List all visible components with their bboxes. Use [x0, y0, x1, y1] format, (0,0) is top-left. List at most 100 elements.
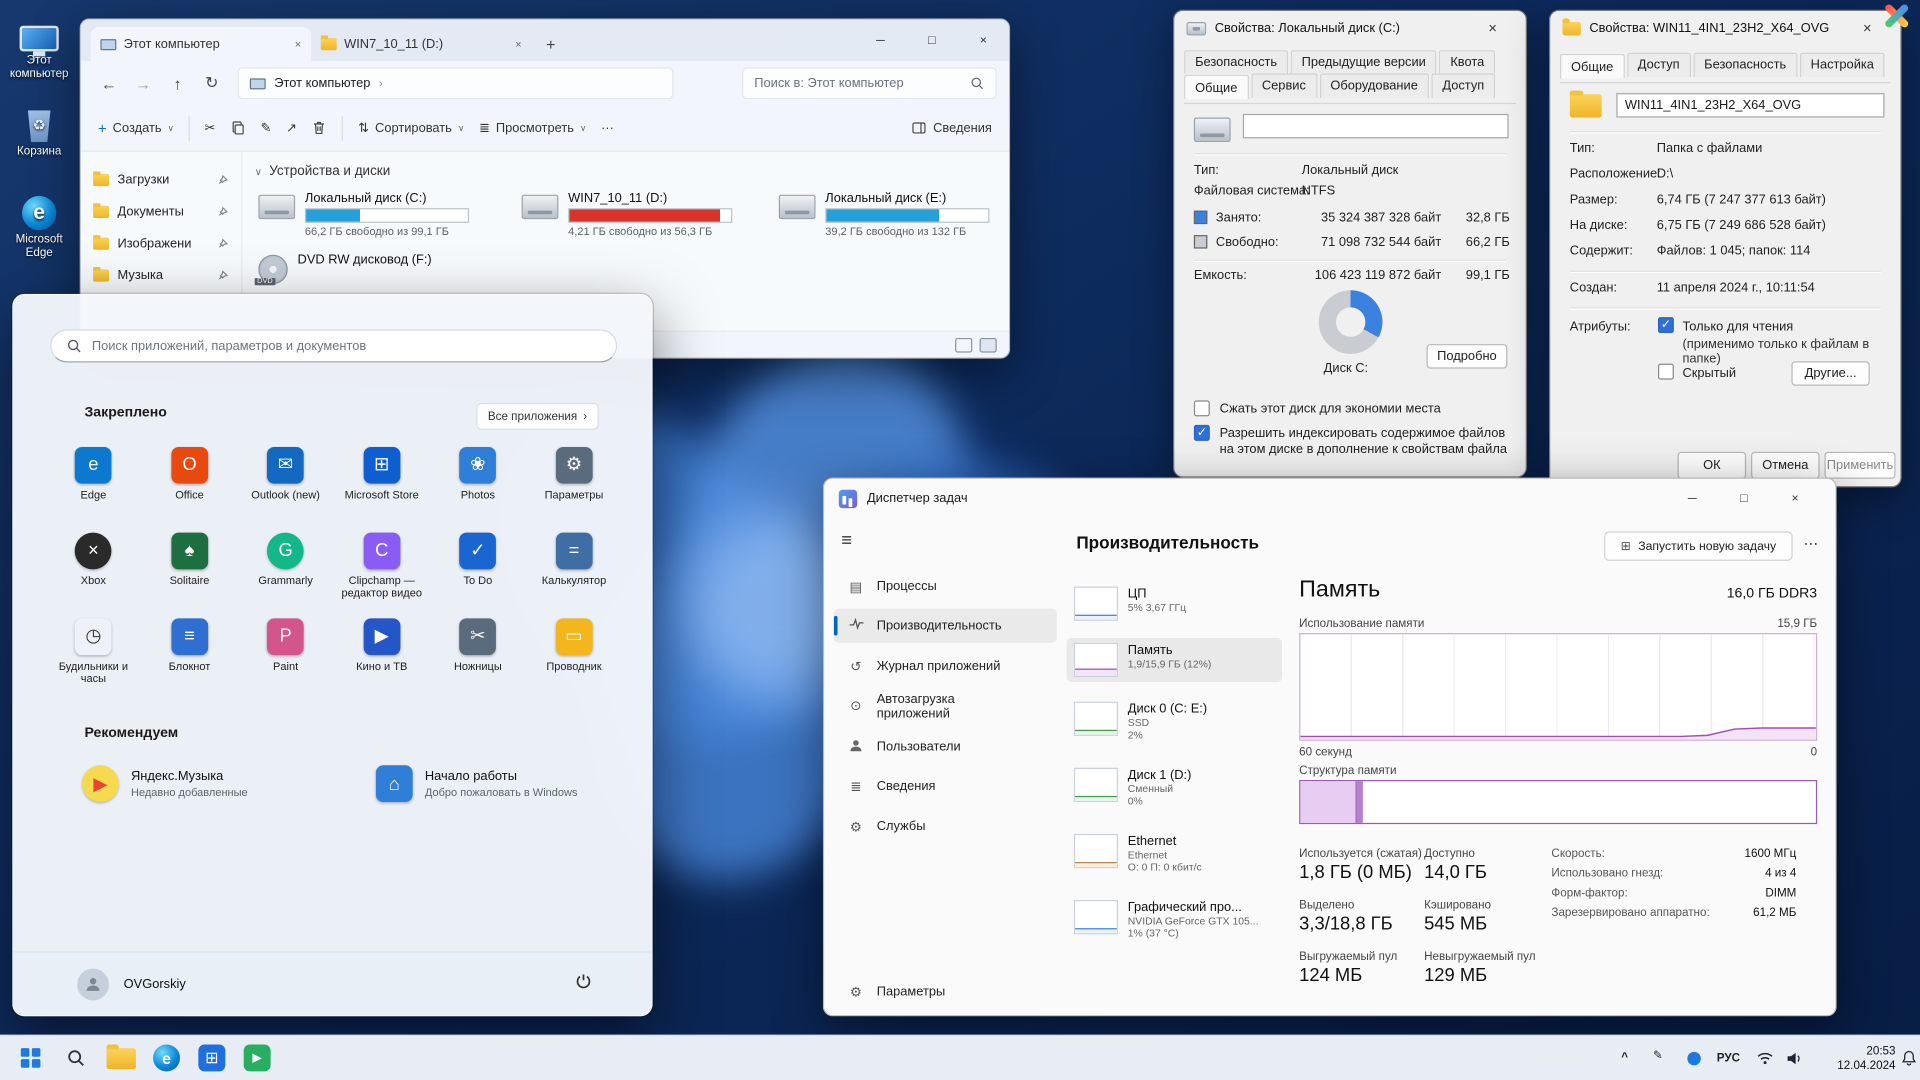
user-name[interactable]: OVGorskiy — [124, 977, 186, 992]
details-pane-button[interactable]: Сведения — [911, 120, 992, 136]
refresh-button[interactable]: ↻ — [196, 73, 228, 93]
tab-close-icon[interactable]: × — [515, 38, 521, 50]
run-new-task-button[interactable]: ⊞ Запустить новую задачу — [1604, 531, 1793, 560]
close-button[interactable]: × — [958, 20, 1009, 62]
perf-item-disk0[interactable]: Диск 0 (C: E:)SSD2% — [1067, 697, 1283, 746]
perf-item-cpu[interactable]: ЦП5% 3,67 ГГц — [1067, 582, 1283, 626]
taskbar-edge-button[interactable]: e — [146, 1037, 188, 1079]
tab-previous-versions[interactable]: Предыдущие версии — [1291, 50, 1437, 73]
share-button[interactable]: ↗ — [286, 121, 297, 136]
large-icons-view-button[interactable] — [980, 337, 997, 352]
app-clipchamp[interactable]: CClipchamp — редактор видео — [334, 528, 430, 606]
section-devices-and-drives[interactable]: ∨ Устройства и диски — [255, 164, 391, 179]
new-button[interactable]: + Создать ∨ — [98, 119, 174, 136]
app-movies-tv[interactable]: ▶Кино и ТВ — [334, 613, 430, 691]
minimize-button[interactable]: ─ — [855, 20, 906, 62]
power-button[interactable] — [574, 972, 592, 996]
tray-app-icon[interactable] — [1687, 1052, 1700, 1065]
tab-tools[interactable]: Сервис — [1251, 73, 1317, 97]
tab-close-icon[interactable]: × — [295, 38, 301, 50]
apply-button[interactable]: Применить — [1824, 452, 1895, 479]
tab-security[interactable]: Безопасность — [1184, 50, 1288, 73]
drive-f-dvd[interactable]: DVD DVD RW дисковод (F:) — [258, 252, 509, 284]
sidebar-item-downloads[interactable]: Загрузки — [81, 164, 241, 196]
taskbar-search-button[interactable] — [55, 1037, 97, 1079]
tray-overflow-button[interactable]: ^ — [1621, 1051, 1628, 1064]
ok-button[interactable]: ОК — [1678, 452, 1747, 479]
network-icon[interactable] — [1756, 1049, 1774, 1073]
app-photos[interactable]: ❀Photos — [430, 442, 526, 520]
maximize-button[interactable]: □ — [906, 20, 957, 62]
app-settings[interactable]: ⚙Параметры — [526, 442, 622, 520]
app-snipping-tool[interactable]: ✂Ножницы — [430, 613, 526, 691]
sort-button[interactable]: ⇅ Сортировать ∨ — [358, 121, 464, 136]
tab-quota[interactable]: Квота — [1439, 50, 1495, 73]
sidebar-item-pictures[interactable]: Изображени — [81, 228, 241, 260]
perf-item-memory[interactable]: Память1,9/15,9 ГБ (12%) — [1067, 638, 1283, 682]
app-clock[interactable]: ◷Будильники и часы — [45, 613, 141, 691]
up-button[interactable]: ↑ — [162, 74, 194, 92]
taskbar-explorer-button[interactable] — [100, 1037, 142, 1079]
volume-label-input[interactable] — [1243, 114, 1509, 138]
tab-general[interactable]: Общие — [1184, 75, 1248, 99]
app-outlook[interactable]: ✉Outlook (new) — [238, 442, 334, 520]
search-input[interactable]: Поиск в: Этот компьютер — [742, 67, 997, 99]
desktop-icon-edge[interactable]: e Microsoft Edge — [2, 193, 75, 260]
drive-d[interactable]: WIN7_10_11 (D:) 4,21 ГБ свободно из 56,3… — [522, 191, 773, 238]
app-solitaire[interactable]: ♠Solitaire — [141, 528, 237, 606]
more-options-button[interactable]: ⋯ — [1804, 535, 1819, 552]
start-search-input[interactable]: Поиск приложений, параметров и документо… — [50, 329, 617, 362]
desktop-icon-this-pc[interactable]: Этот компьютер — [2, 15, 75, 82]
tray-pen-icon[interactable]: ✎ — [1653, 1049, 1663, 1062]
maximize-button[interactable]: □ — [1718, 479, 1769, 518]
compress-checkbox[interactable] — [1194, 400, 1210, 416]
drive-c[interactable]: Локальный диск (C:) 66,2 ГБ свободно из … — [258, 191, 509, 238]
rename-button[interactable]: ✎ — [261, 121, 272, 136]
volume-icon[interactable] — [1785, 1049, 1803, 1073]
perf-item-gpu[interactable]: Графический про...NVIDIA GeForce GTX 105… — [1067, 895, 1283, 944]
taskbar-clock[interactable]: 20:53 12.04.2024 — [1824, 1044, 1895, 1073]
hidden-checkbox[interactable] — [1658, 364, 1674, 380]
app-notepad[interactable]: ≡Блокнот — [141, 613, 237, 691]
tab-sharing[interactable]: Доступ — [1627, 53, 1691, 77]
cut-button[interactable]: ✂ — [205, 121, 216, 136]
details-view-button[interactable] — [955, 337, 972, 352]
app-file-explorer[interactable]: ▭Проводник — [526, 613, 622, 691]
nav-performance[interactable]: Производительность — [834, 609, 1057, 643]
taskbar-media-app-button[interactable]: ▶ — [236, 1037, 278, 1079]
recommended-yandex-music[interactable]: ▶ Яндекс.Музыка Недавно добавленные — [72, 756, 356, 812]
tab-sharing[interactable]: Доступ — [1431, 73, 1495, 97]
desktop-icon-recycle-bin[interactable]: ♻ Корзина — [2, 105, 75, 159]
perf-item-ethernet[interactable]: EthernetEthernetО: 0 П: 0 кбит/с — [1067, 829, 1283, 878]
nav-users[interactable]: Пользователи — [834, 730, 1057, 764]
new-tab-button[interactable]: + — [531, 27, 570, 61]
user-avatar[interactable] — [77, 968, 109, 1000]
close-button[interactable]: × — [1769, 479, 1820, 518]
close-button[interactable]: × — [1472, 20, 1514, 37]
app-grammarly[interactable]: GGrammarly — [238, 528, 334, 606]
nav-processes[interactable]: ▤Процессы — [834, 569, 1057, 603]
recommended-get-started[interactable]: ⌂ Начало работы Добро пожаловать в Windo… — [366, 756, 650, 812]
other-attributes-button[interactable]: Другие... — [1791, 361, 1869, 385]
app-office[interactable]: OOffice — [141, 442, 237, 520]
tab-security[interactable]: Безопасность — [1693, 53, 1797, 77]
nav-services[interactable]: ⚙Службы — [834, 809, 1057, 843]
app-edge[interactable]: eEdge — [45, 442, 141, 520]
nav-settings[interactable]: ⚙Параметры — [834, 975, 1057, 1009]
language-indicator[interactable]: РУС — [1717, 1052, 1740, 1065]
nav-app-history[interactable]: ↺Журнал приложений — [834, 649, 1057, 683]
perf-item-disk1[interactable]: Диск 1 (D:)Сменный0% — [1067, 763, 1283, 812]
minimize-button[interactable]: ─ — [1667, 479, 1718, 518]
menu-toggle-button[interactable]: ≡ — [841, 530, 852, 551]
more-button[interactable]: ··· — [601, 121, 614, 136]
all-apps-button[interactable]: Все приложения › — [476, 403, 598, 430]
sidebar-item-music[interactable]: Музыка — [81, 260, 241, 292]
address-bar[interactable]: Этот компьютер › — [238, 67, 674, 99]
tab-customize[interactable]: Настройка — [1800, 53, 1885, 77]
taskbar-store-button[interactable]: ⊞ — [191, 1037, 233, 1079]
explorer-tab-this-pc[interactable]: Этот компьютер × — [91, 27, 311, 61]
app-calculator[interactable]: =Калькулятор — [526, 528, 622, 606]
index-checkbox[interactable]: ✓ — [1194, 425, 1210, 441]
app-xbox[interactable]: ×Xbox — [45, 528, 141, 606]
cancel-button[interactable]: Отмена — [1751, 452, 1820, 479]
